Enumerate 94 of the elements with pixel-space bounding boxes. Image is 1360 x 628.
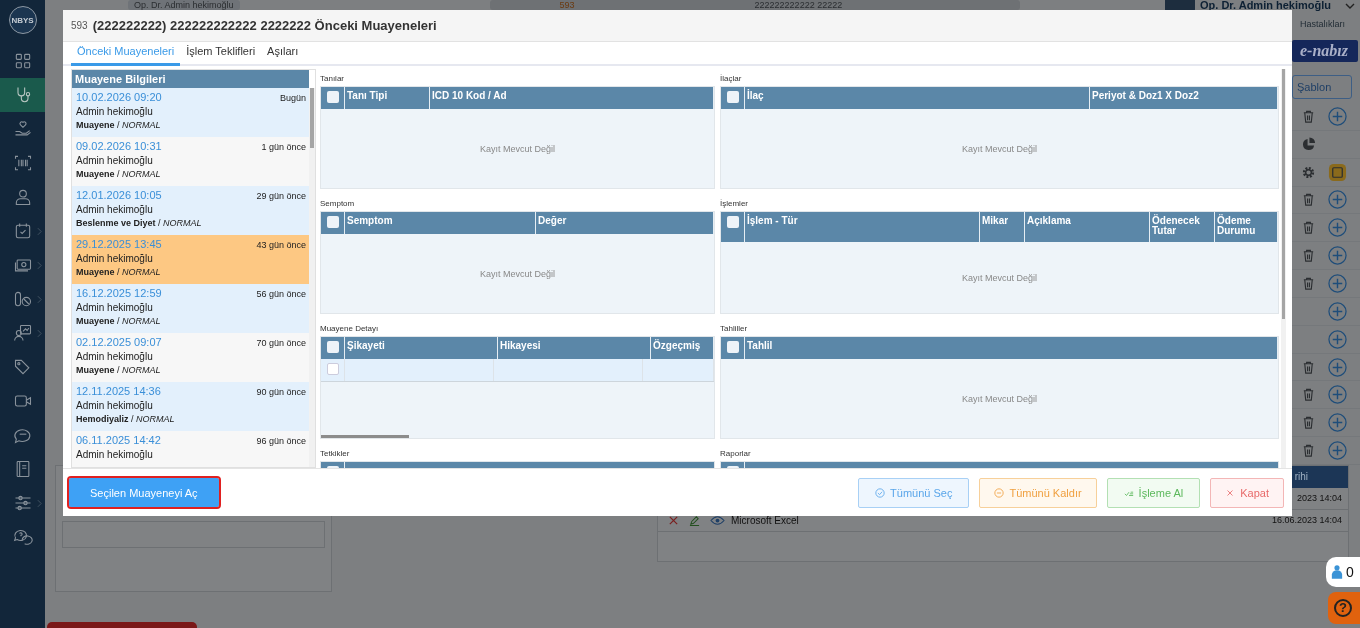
column-header: İlaç — [745, 87, 1090, 109]
visit-item[interactable]: 16.12.2025 12:59 56 gün önce Admin hekimoğlu Muayene / NORMAL — [72, 284, 309, 333]
visit-item[interactable]: 02.12.2025 09:07 70 gün önce Admin hekimoğlu Muayene / NORMAL — [72, 333, 309, 382]
visit-item[interactable]: 12.01.2026 10:05 29 gün önce Admin hekimoğlu Beslenme ve Diyet / NORMAL — [72, 186, 309, 235]
checkbox[interactable] — [326, 216, 339, 228]
column-header: Açıklama — [1025, 212, 1150, 242]
plus-circle-icon[interactable] — [1328, 190, 1347, 210]
trash-icon[interactable] — [1301, 359, 1316, 375]
save-icon[interactable] — [1328, 162, 1347, 182]
enabiz-logo[interactable]: e-nabız — [1292, 40, 1358, 62]
visit-item[interactable]: 10.02.2026 09:20 Bugün Admin hekimoğlu Muayene / NORMAL — [72, 88, 309, 137]
logo-badge[interactable]: NBYS — [8, 6, 37, 34]
section-title: İlaçlar — [720, 74, 743, 85]
column-header: Ödenecek Tutar — [1150, 212, 1215, 242]
column-header: rihi — [1294, 470, 1309, 484]
plus-circle-icon[interactable] — [1328, 246, 1347, 266]
help-button[interactable]: ? — [1328, 592, 1360, 624]
checkbox[interactable] — [326, 363, 339, 375]
tab[interactable]: Aşıları — [261, 42, 305, 66]
file-name[interactable]: Microsoft Excel — [731, 515, 799, 526]
chevron-down-icon[interactable] — [1345, 3, 1355, 9]
column-header: Değer — [536, 212, 714, 234]
person-icon — [1331, 563, 1343, 581]
column-header: Semptom — [345, 212, 536, 234]
plus-circle-icon[interactable] — [1328, 301, 1347, 321]
pencil-icon[interactable] — [689, 515, 700, 526]
section-title: Semptom — [320, 199, 356, 210]
section-title: Tanılar — [320, 74, 345, 85]
empty-message: Kayıt Mevcut Değil — [961, 142, 1038, 156]
column-header: İşlem - Tür — [745, 212, 980, 242]
trash-icon[interactable] — [1301, 248, 1316, 264]
trash-icon[interactable] — [1301, 276, 1316, 291]
plus-circle-icon[interactable] — [1328, 413, 1347, 433]
pie-chart-icon[interactable] — [1301, 136, 1316, 152]
column-header: Ödeme Durumu — [1215, 212, 1278, 242]
eye-icon[interactable] — [710, 515, 725, 526]
plus-circle-icon[interactable] — [1328, 441, 1347, 461]
plus-circle-icon[interactable] — [1328, 329, 1347, 349]
scrollbar[interactable] — [309, 88, 315, 467]
sidebar-item[interactable] — [0, 78, 45, 112]
visit-item[interactable]: 29.12.2025 13:45 43 gün önce Admin hekimoğlu Muayene / NORMAL — [72, 235, 309, 284]
section-title: Muayene Detayı — [320, 324, 380, 335]
checkbox[interactable] — [726, 216, 739, 228]
counter-widget[interactable]: 0 — [1326, 557, 1360, 587]
table-cell-text: 16.06.2023 14:04 — [1271, 515, 1343, 526]
plus-circle-icon[interactable] — [1328, 106, 1347, 126]
doctor-pill: Op. Dr. Admin hekimoğlu — [128, 0, 240, 10]
list-header: Muayene Bilgileri — [72, 70, 309, 88]
column-header: Tahlil — [745, 337, 1278, 359]
trash-icon[interactable] — [1301, 192, 1316, 208]
checkbox[interactable] — [326, 341, 339, 353]
empty-message: Kayıt Mevcut Değil — [479, 267, 556, 281]
checkbox[interactable] — [726, 341, 739, 353]
section-title: Raporlar — [720, 449, 752, 460]
visit-item[interactable]: 06.11.2025 14:42 96 gün önce Admin hekimoğlu — [72, 431, 309, 467]
empty-message: Kayıt Mevcut Değil — [479, 142, 556, 156]
counter-value: 0 — [1346, 564, 1354, 580]
trash-icon[interactable] — [1301, 387, 1316, 403]
column-header: Tanı Tipi — [345, 87, 430, 109]
dialog-title: (222222222) 222222222222 2222222 Önceki Muayeneleri — [92, 18, 437, 33]
patient-name: 222222222222 22222 — [754, 0, 843, 10]
section-title: Tahliller — [720, 324, 749, 335]
trash-icon[interactable] — [1301, 220, 1316, 236]
column-header: ICD 10 Kod / Ad — [430, 87, 714, 109]
close-icon — [1225, 487, 1236, 498]
plus-circle-icon[interactable] — [1328, 357, 1347, 377]
check-circle-icon — [875, 487, 886, 498]
patient-number: 593 — [71, 20, 88, 31]
checkbox[interactable] — [326, 91, 339, 103]
trash-icon[interactable] — [1301, 443, 1316, 459]
visit-item[interactable]: 09.02.2026 10:31 1 gün önce Admin hekimoğlu Muayene / NORMAL — [72, 137, 309, 186]
minus-circle-icon — [994, 487, 1005, 498]
section-title: Tetkikler — [320, 449, 351, 460]
empty-message: Kayıt Mevcut Değil — [961, 392, 1038, 406]
section-title: İşlemler — [720, 199, 749, 210]
gear-icon[interactable] — [1301, 164, 1316, 180]
plus-circle-icon[interactable] — [1328, 274, 1347, 293]
trash-icon[interactable] — [1301, 415, 1316, 431]
column-header: Periyot & Doz1 X Doz2 — [1090, 87, 1278, 109]
visit-item[interactable]: 12.11.2025 14:36 90 gün önce Admin hekimoğlu Hemodiyaliz / NORMAL — [72, 382, 309, 431]
scrollbar[interactable] — [321, 435, 409, 438]
plus-circle-icon[interactable] — [1328, 218, 1347, 238]
tab[interactable]: İşlem Teklifleri — [180, 42, 262, 66]
plus-circle-icon[interactable] — [1328, 385, 1347, 405]
trash-icon[interactable] — [1301, 108, 1316, 124]
checkbox[interactable] — [726, 91, 739, 103]
patient-number: 593 — [559, 0, 575, 10]
scrollbar[interactable] — [1281, 69, 1286, 468]
empty-message: Kayıt Mevcut Değil — [961, 271, 1038, 285]
close-icon[interactable] — [668, 515, 679, 526]
user-department: Hastalıkları — [1300, 19, 1345, 29]
table-cell-text: 2023 14:04 — [1296, 493, 1343, 504]
column-header: Mikar — [980, 212, 1025, 242]
user-name[interactable]: Op. Dr. Admin hekimoğlu — [1200, 0, 1331, 10]
